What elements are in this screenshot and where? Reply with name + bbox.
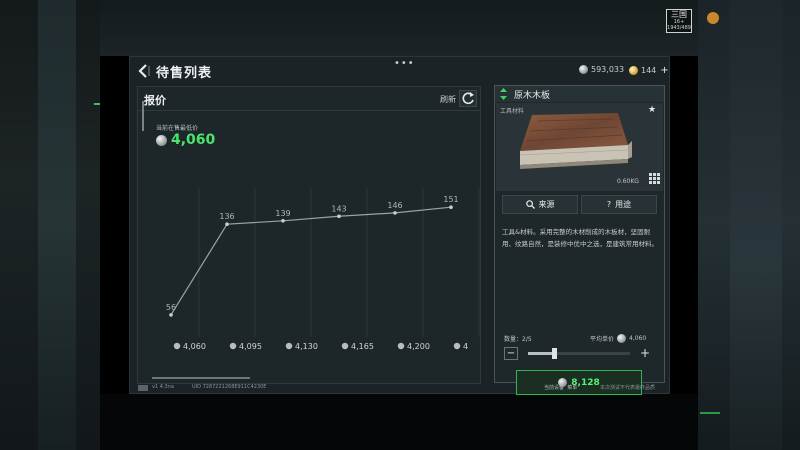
chart-category-label: 4,165 bbox=[351, 342, 374, 351]
rating-badge-top: 三国 bbox=[671, 10, 687, 19]
chart-category-label: 4,060 bbox=[183, 342, 206, 351]
chart-point bbox=[337, 214, 341, 219]
chart-horizontal-scrollbar[interactable] bbox=[152, 377, 250, 379]
page-title: 待售列表 bbox=[156, 66, 213, 81]
quote-header: 报价 刷新 bbox=[138, 87, 480, 111]
panel-header: 待售列表 ••• 593,033 144 + bbox=[130, 57, 669, 85]
source-button[interactable]: 来源 bbox=[502, 195, 578, 214]
battery-icon bbox=[138, 385, 148, 391]
status-dot-icon bbox=[707, 12, 719, 24]
quote-section: 报价 刷新 当前在售最低价 4,060 56 136 139 143 146 151 4,0… bbox=[137, 86, 481, 384]
average-unit-price: 平均单价 4,060 bbox=[590, 334, 646, 343]
background-marker-right bbox=[700, 412, 720, 414]
question-icon: ? bbox=[606, 200, 612, 209]
background-left-stripe bbox=[38, 0, 76, 450]
wood-plank-image bbox=[519, 113, 632, 169]
status-bar: v1 4.3na UID 7287221268E911C4230E 当前设备 菜… bbox=[130, 383, 669, 393]
quantity-label: 数量：2/5 bbox=[504, 336, 532, 343]
chart-data-label: 56 bbox=[166, 303, 176, 312]
sale-list-panel: 待售列表 ••• 593,033 144 + 报价 刷新 当前在售最低价 4,0… bbox=[129, 56, 670, 395]
price-chart: 56 136 139 143 146 151 4,060 4,095 4,130 4,165 4,2… bbox=[166, 187, 480, 351]
menu-link-label[interactable]: 菜单 bbox=[567, 385, 577, 391]
chart-category-coin-icon bbox=[341, 342, 349, 350]
source-button-label: 来源 bbox=[538, 200, 555, 209]
chart-point bbox=[281, 219, 285, 223]
background-marker bbox=[94, 103, 100, 105]
lowest-price-value: 4,060 bbox=[171, 132, 216, 148]
gold-amount: 144 bbox=[641, 66, 657, 75]
chart-category-coin-icon bbox=[285, 342, 293, 350]
search-icon bbox=[525, 200, 535, 209]
refresh-label: 刷新 bbox=[440, 95, 456, 104]
uid-text: UID 7287221268E911C4230E bbox=[192, 384, 267, 390]
favorite-star-icon[interactable]: ★ bbox=[648, 105, 656, 115]
silver-amount: 593,033 bbox=[591, 65, 625, 74]
refresh-icon bbox=[462, 92, 474, 105]
test-notice: 本次测试不代表最终品质 bbox=[600, 385, 656, 391]
item-header: 原木木板 bbox=[495, 86, 664, 102]
more-menu-icon[interactable]: ••• bbox=[394, 58, 415, 69]
chart-data-label: 151 bbox=[443, 195, 458, 204]
silver-coin-icon bbox=[579, 65, 588, 74]
silver-coin-icon bbox=[617, 334, 627, 343]
increase-quantity-button[interactable]: + bbox=[638, 347, 652, 360]
quantity-slider[interactable] bbox=[528, 348, 630, 359]
quantity-slider-handle[interactable] bbox=[551, 348, 557, 359]
grid-icon[interactable] bbox=[649, 173, 660, 184]
chart-point bbox=[393, 211, 397, 215]
version-text: v1 4.3na bbox=[152, 384, 174, 390]
add-currency-button[interactable]: + bbox=[660, 65, 668, 76]
item-weight: 0.60KG bbox=[617, 178, 639, 185]
item-detail-panel: 原木木板 工具材料 ★ 0.60KG 来源 ? 用途 工具&材料。采用完整的木材… bbox=[494, 85, 665, 395]
chart-category-coin-icon bbox=[173, 342, 181, 350]
chart-category-coin-icon bbox=[397, 342, 405, 350]
back-arrow-icon[interactable] bbox=[137, 63, 151, 79]
age-rating-badge: 三国 16+ 1943/489 bbox=[666, 9, 692, 33]
chart-data-label: 136 bbox=[219, 212, 234, 221]
chart-category-coin-icon bbox=[229, 342, 237, 350]
unit-price-value: 4,060 bbox=[629, 335, 647, 342]
lowest-price-label: 当前在售最低价 bbox=[156, 125, 199, 132]
gold-coin-icon bbox=[629, 66, 638, 75]
chart-category-label: 4,095 bbox=[239, 342, 262, 351]
chart-category-label: 4,200 bbox=[407, 342, 430, 351]
background-right-stripe bbox=[730, 0, 782, 450]
decrease-quantity-button[interactable]: − bbox=[504, 347, 518, 360]
chart-data-label: 139 bbox=[275, 209, 290, 218]
item-description: 工具&材料。采用完整的木材削成的木板材，坚固耐用、纹路自然，是装修中优中之选，是… bbox=[502, 228, 658, 248]
chart-point bbox=[449, 205, 453, 209]
unit-price-label: 平均单价 bbox=[590, 336, 615, 343]
quote-title: 报价 bbox=[144, 94, 166, 107]
chart-data-label: 146 bbox=[387, 201, 402, 210]
device-link-label: 当前设备 bbox=[544, 385, 565, 391]
chart-data-label: 143 bbox=[331, 204, 346, 213]
silver-coin-icon bbox=[156, 134, 167, 146]
gold-currency[interactable]: 144 + bbox=[629, 65, 669, 76]
refresh-button[interactable] bbox=[459, 90, 477, 107]
chart-point bbox=[169, 313, 173, 317]
lowest-price: 4,060 bbox=[156, 132, 215, 148]
item-rarity-icon bbox=[500, 88, 507, 100]
background-top bbox=[100, 0, 698, 56]
use-button[interactable]: ? 用途 bbox=[581, 195, 657, 214]
silver-currency: 593,033 bbox=[579, 65, 624, 74]
chart-category-label: 4,130 bbox=[295, 342, 318, 351]
rating-badge-bottom: 16+ 1943/489 bbox=[667, 19, 691, 31]
quantity-slider-fill bbox=[528, 352, 554, 355]
device-link[interactable]: 当前设备 菜单 bbox=[544, 384, 577, 391]
item-name: 原木木板 bbox=[514, 91, 551, 101]
use-button-label: 用途 bbox=[615, 200, 632, 209]
vertical-scrollbar[interactable] bbox=[142, 101, 144, 131]
chart-category-coin-icon bbox=[453, 342, 461, 350]
background-bottom bbox=[100, 394, 698, 450]
chart-category-label: 4 bbox=[463, 342, 468, 351]
item-image-area: 工具材料 ★ 0.60KG bbox=[496, 103, 663, 191]
chart-point bbox=[225, 222, 229, 226]
